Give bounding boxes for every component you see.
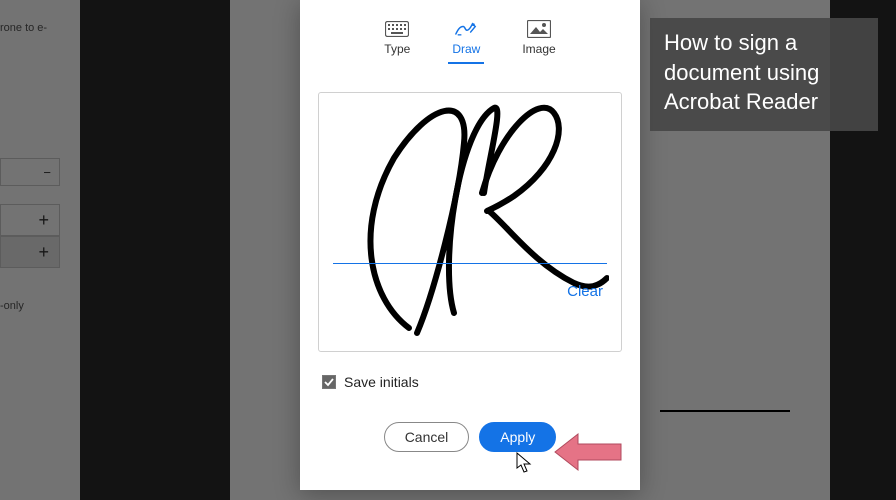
signature-baseline (333, 263, 607, 264)
tab-image[interactable]: Image (516, 18, 561, 58)
pen-draw-icon (454, 20, 478, 38)
save-initials-label: Save initials (344, 374, 419, 390)
signature-dialog: Type Draw Image Clear Save initials (300, 0, 640, 490)
tab-draw[interactable]: Draw (446, 18, 486, 58)
save-initials-row: Save initials (322, 374, 618, 390)
image-icon (527, 20, 551, 38)
callout-arrow-icon (553, 432, 623, 472)
tab-draw-label: Draw (452, 42, 480, 56)
apply-button[interactable]: Apply (479, 422, 556, 452)
drawn-signature (339, 98, 609, 348)
tab-image-label: Image (522, 42, 555, 56)
signature-method-tabs: Type Draw Image (300, 18, 640, 64)
save-initials-checkbox[interactable] (322, 375, 336, 389)
signature-canvas[interactable]: Clear (318, 92, 622, 352)
tutorial-caption: How to sign a document using Acrobat Rea… (650, 18, 878, 131)
clear-signature-link[interactable]: Clear (567, 283, 603, 300)
cancel-button[interactable]: Cancel (384, 422, 470, 452)
tab-type-label: Type (384, 42, 410, 56)
keyboard-icon (385, 20, 409, 38)
tab-type[interactable]: Type (378, 18, 416, 58)
